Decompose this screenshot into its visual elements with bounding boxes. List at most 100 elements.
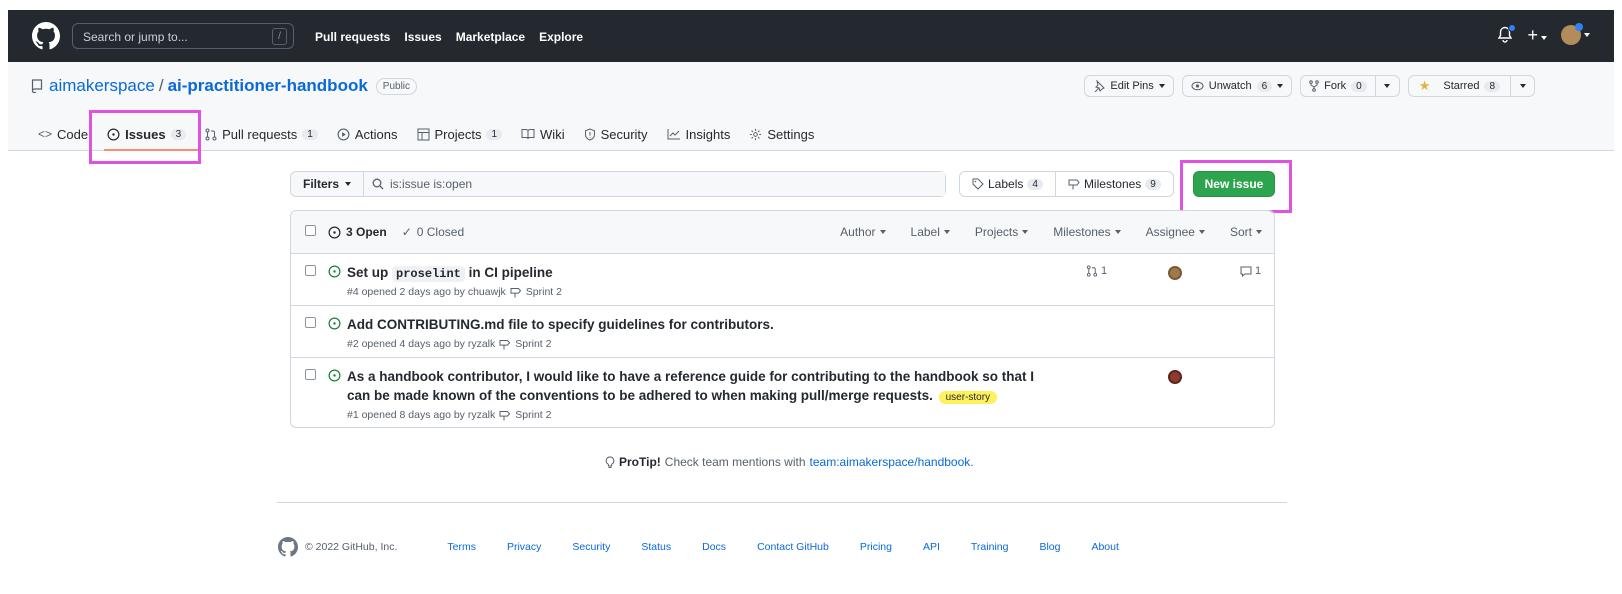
- global-search-input[interactable]: Search or jump to... /: [72, 23, 294, 49]
- repo-header: aimakerspace / ai-practitioner-handbook …: [8, 62, 1614, 151]
- unwatch-label: Unwatch: [1208, 80, 1252, 92]
- milestones-filter[interactable]: Milestones: [1053, 225, 1121, 239]
- starred-label: Starred: [1443, 80, 1480, 92]
- tab-actions[interactable]: Actions: [337, 122, 398, 146]
- unread-dot: [1508, 24, 1517, 32]
- copyright: © 2022 GitHub, Inc.: [305, 541, 398, 553]
- protip-link[interactable]: team:aimakerspace/handbook: [810, 455, 971, 469]
- repo-name-link[interactable]: ai-practitioner-handbook: [168, 76, 368, 96]
- issue-checkbox[interactable]: [305, 369, 316, 380]
- fork-dropdown[interactable]: [1374, 76, 1399, 96]
- notifications-bell-icon[interactable]: [1497, 24, 1517, 44]
- filter-label: Label: [910, 225, 940, 239]
- milestone-link[interactable]: Sprint 2: [526, 286, 562, 298]
- nav-explore[interactable]: Explore: [539, 30, 583, 44]
- chevron-down-icon: [345, 182, 352, 186]
- repo-actions: Edit Pins Unwatch 6 Fork 0 ★ Starred 8: [1084, 75, 1535, 97]
- github-logo-icon[interactable]: [278, 537, 298, 557]
- milestone-link[interactable]: Sprint 2: [515, 409, 551, 421]
- milestone-icon: [499, 410, 511, 420]
- create-new-menu[interactable]: +: [1527, 26, 1547, 44]
- footer-link-blog[interactable]: Blog: [1039, 541, 1060, 553]
- footer-link-contact[interactable]: Contact GitHub: [757, 541, 829, 553]
- tab-security[interactable]: Security: [584, 122, 648, 146]
- protip-label: ProTip!: [619, 455, 661, 469]
- sort-filter[interactable]: Sort: [1230, 225, 1262, 239]
- comments-link[interactable]: 1: [1240, 265, 1261, 277]
- label-filter[interactable]: Label: [911, 225, 950, 239]
- milestones-button[interactable]: Milestones 9: [1056, 172, 1173, 196]
- issue-title-link[interactable]: As a handbook contributor, I would like …: [347, 367, 1037, 407]
- repo-owner-link[interactable]: aimakerspace: [49, 76, 155, 96]
- fork-button[interactable]: Fork 0: [1300, 75, 1400, 97]
- issue-checkbox[interactable]: [305, 317, 316, 328]
- issue-title-link[interactable]: Add CONTRIBUTING.md file to specify guid…: [347, 315, 1037, 334]
- assignee-filter[interactable]: Assignee: [1146, 225, 1205, 239]
- check-icon: ✓: [401, 225, 412, 239]
- footer-link-status[interactable]: Status: [641, 541, 671, 553]
- issue-label-badge[interactable]: user-story: [938, 391, 998, 404]
- user-menu[interactable]: [1561, 23, 1590, 45]
- tab-label: Insights: [685, 126, 731, 142]
- filter-label: Assignee: [1145, 225, 1195, 239]
- footer-link-privacy[interactable]: Privacy: [507, 541, 541, 553]
- github-logo-icon[interactable]: [32, 22, 60, 50]
- author-filter[interactable]: Author: [840, 225, 886, 239]
- avatar[interactable]: [1168, 370, 1182, 384]
- search-query: is:issue is:open: [390, 177, 473, 191]
- footer-link-api[interactable]: API: [923, 541, 940, 553]
- milestone-icon: [499, 339, 511, 349]
- nav-pull-requests[interactable]: Pull requests: [315, 30, 390, 44]
- tab-pull-requests[interactable]: Pull requests 1: [205, 122, 318, 146]
- tab-code[interactable]: <> Code: [38, 122, 88, 146]
- labels-button[interactable]: Labels 4: [960, 172, 1056, 196]
- projects-filter[interactable]: Projects: [975, 225, 1029, 239]
- chevron-down-icon: [1384, 84, 1391, 88]
- select-all-checkbox[interactable]: [305, 225, 316, 236]
- tab-label: Actions: [354, 126, 398, 142]
- footer-link-docs[interactable]: Docs: [702, 541, 726, 553]
- tab-settings[interactable]: Settings: [749, 122, 814, 146]
- comment-count: 1: [1255, 265, 1262, 277]
- chevron-down-icon: [1541, 35, 1547, 40]
- issue-meta: #4 opened 2 days ago by chuawjk Sprint 2: [347, 286, 562, 298]
- light-bulb-icon: [605, 455, 615, 468]
- tab-insights[interactable]: Insights: [667, 122, 731, 146]
- star-dropdown[interactable]: [1510, 76, 1534, 96]
- closed-count-link[interactable]: ✓ 0 Closed: [402, 225, 464, 239]
- footer-link-security[interactable]: Security: [572, 541, 610, 553]
- issue-title-link[interactable]: Set up proselint in CI pipeline: [347, 263, 1037, 284]
- starred-button[interactable]: ★ Starred 8: [1407, 75, 1535, 97]
- pin-icon: [1095, 80, 1106, 92]
- tab-wiki[interactable]: Wiki: [521, 122, 565, 146]
- linked-pr[interactable]: 1: [1086, 265, 1107, 277]
- issue-list: 3 Open ✓ 0 Closed Author Label Projects …: [290, 210, 1275, 428]
- milestone-icon: [1068, 179, 1080, 190]
- gear-icon: [750, 128, 762, 140]
- nav-issues[interactable]: Issues: [404, 30, 441, 44]
- tab-label: Pull requests: [222, 126, 298, 142]
- issue-row: Set up proselint in CI pipeline #4 opene…: [291, 254, 1274, 306]
- edit-pins-button[interactable]: Edit Pins: [1084, 75, 1174, 97]
- unwatch-button[interactable]: Unwatch 6: [1181, 75, 1293, 97]
- filters-dropdown[interactable]: Filters: [291, 172, 365, 196]
- repo-separator: /: [158, 76, 164, 95]
- tab-count: 1: [302, 128, 318, 140]
- footer-link-pricing[interactable]: Pricing: [860, 541, 892, 553]
- footer-link-training[interactable]: Training: [971, 541, 1009, 553]
- tab-projects[interactable]: Projects 1: [417, 122, 503, 146]
- nav-marketplace[interactable]: Marketplace: [456, 30, 525, 44]
- issue-meta: #2 opened 4 days ago by ryzalk Sprint 2: [347, 338, 551, 350]
- issue-search-input[interactable]: is:issue is:open: [364, 172, 945, 196]
- labels-count: 4: [1027, 178, 1043, 190]
- milestone-link[interactable]: Sprint 2: [515, 338, 551, 350]
- new-issue-button[interactable]: New issue: [1193, 171, 1275, 197]
- footer-link-terms[interactable]: Terms: [447, 541, 476, 553]
- open-count-link[interactable]: 3 Open: [346, 225, 387, 239]
- table-icon: [417, 128, 429, 140]
- issue-opened-icon: [328, 317, 341, 330]
- issue-checkbox[interactable]: [305, 265, 316, 276]
- pull-request-icon: [205, 128, 217, 140]
- avatar[interactable]: [1168, 266, 1182, 280]
- footer-link-about[interactable]: About: [1091, 541, 1118, 553]
